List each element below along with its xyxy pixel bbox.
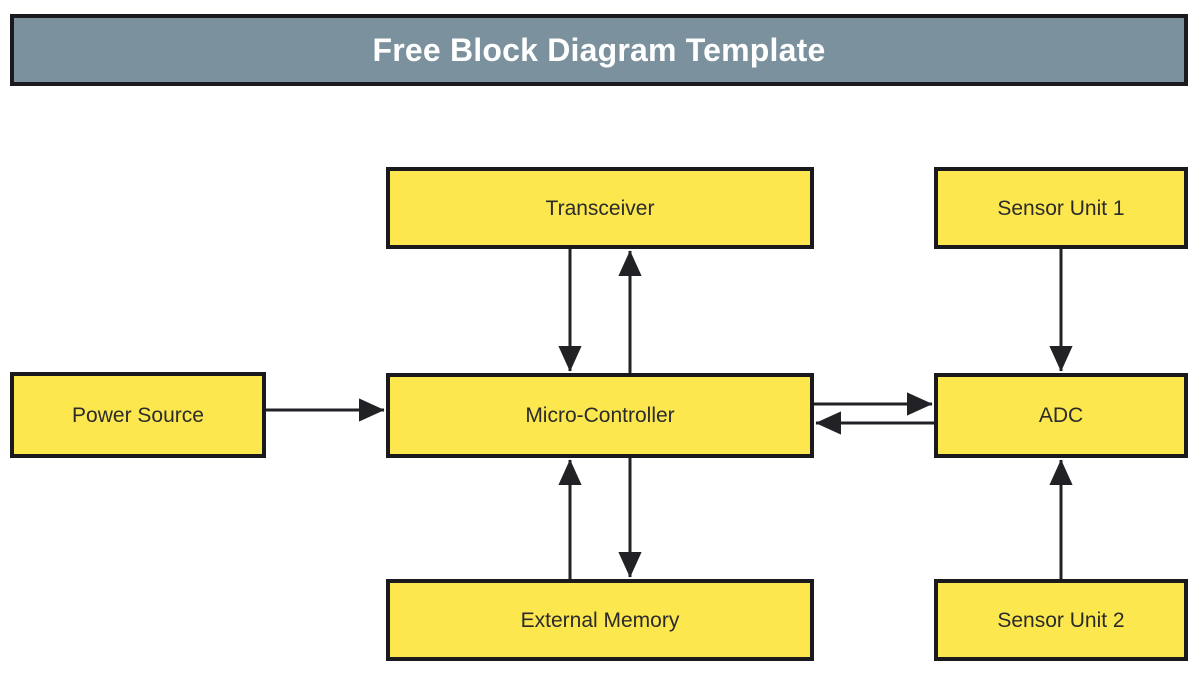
- block-micro-controller[interactable]: Micro-Controller: [386, 373, 814, 458]
- block-power-source[interactable]: Power Source: [10, 372, 266, 458]
- block-sensor-unit-2[interactable]: Sensor Unit 2: [934, 579, 1188, 661]
- block-external-memory[interactable]: External Memory: [386, 579, 814, 661]
- page-title-banner: Free Block Diagram Template: [10, 14, 1188, 86]
- block-label-micro-controller: Micro-Controller: [525, 404, 675, 427]
- block-label-sensor-unit-1: Sensor Unit 1: [997, 196, 1125, 220]
- block-label-sensor-unit-2: Sensor Unit 2: [997, 608, 1125, 632]
- block-label-power-source: Power Source: [72, 403, 204, 427]
- block-sensor-unit-1[interactable]: Sensor Unit 1: [934, 167, 1188, 249]
- connector-layer: [266, 249, 1073, 579]
- block-label-transceiver: Transceiver: [545, 196, 655, 220]
- page-title: Free Block Diagram Template: [372, 32, 826, 68]
- block-adc[interactable]: ADC: [934, 373, 1188, 458]
- block-label-adc: ADC: [1038, 404, 1084, 427]
- diagram-canvas: Free Block Diagram Template Power Source…: [0, 0, 1200, 673]
- block-label-external-memory: External Memory: [520, 608, 680, 632]
- block-transceiver[interactable]: Transceiver: [386, 167, 814, 249]
